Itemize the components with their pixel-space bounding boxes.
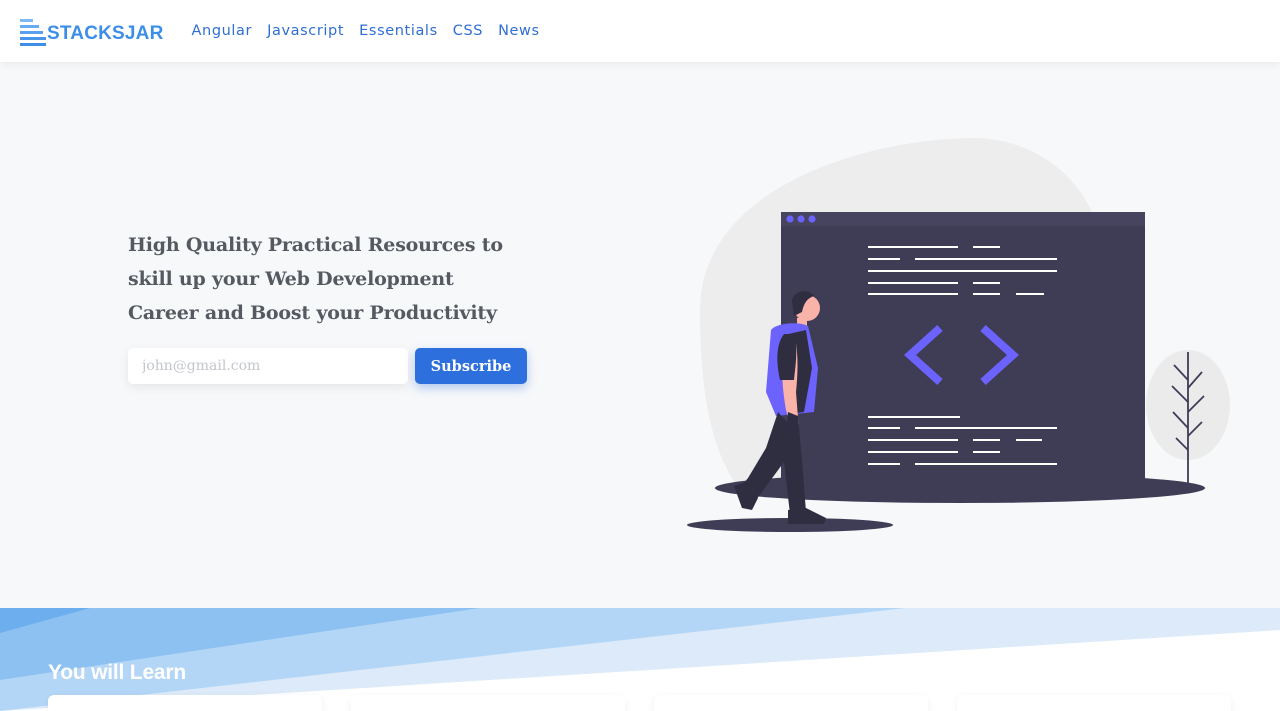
stacked-bars-icon (20, 19, 46, 46)
subscribe-button[interactable]: Subscribe (415, 348, 527, 384)
learn-card[interactable] (351, 695, 625, 711)
logo-text: STACKSJAR (47, 23, 164, 44)
nav-link-css[interactable]: CSS (453, 23, 483, 39)
learn-card[interactable] (48, 695, 322, 711)
coding-person-illustration (687, 137, 1230, 532)
hero-title: High Quality Practical Resources to skil… (128, 234, 503, 324)
nav-link-news[interactable]: News (498, 23, 540, 39)
subscribe-form: Subscribe (128, 348, 527, 384)
main-nav: Angular Javascript Essentials CSS News (192, 23, 555, 39)
learn-cards (48, 695, 1231, 711)
learn-section-title: You will Learn (48, 661, 186, 684)
nav-link-essentials[interactable]: Essentials (359, 23, 438, 39)
logo[interactable]: STACKSJAR (20, 16, 164, 46)
email-input[interactable] (128, 348, 408, 384)
nav-link-javascript[interactable]: Javascript (267, 23, 344, 39)
site-header: STACKSJAR Angular Javascript Essentials … (0, 0, 1280, 62)
learn-card[interactable] (654, 695, 928, 711)
nav-link-angular[interactable]: Angular (192, 23, 253, 39)
learn-card[interactable] (957, 695, 1231, 711)
